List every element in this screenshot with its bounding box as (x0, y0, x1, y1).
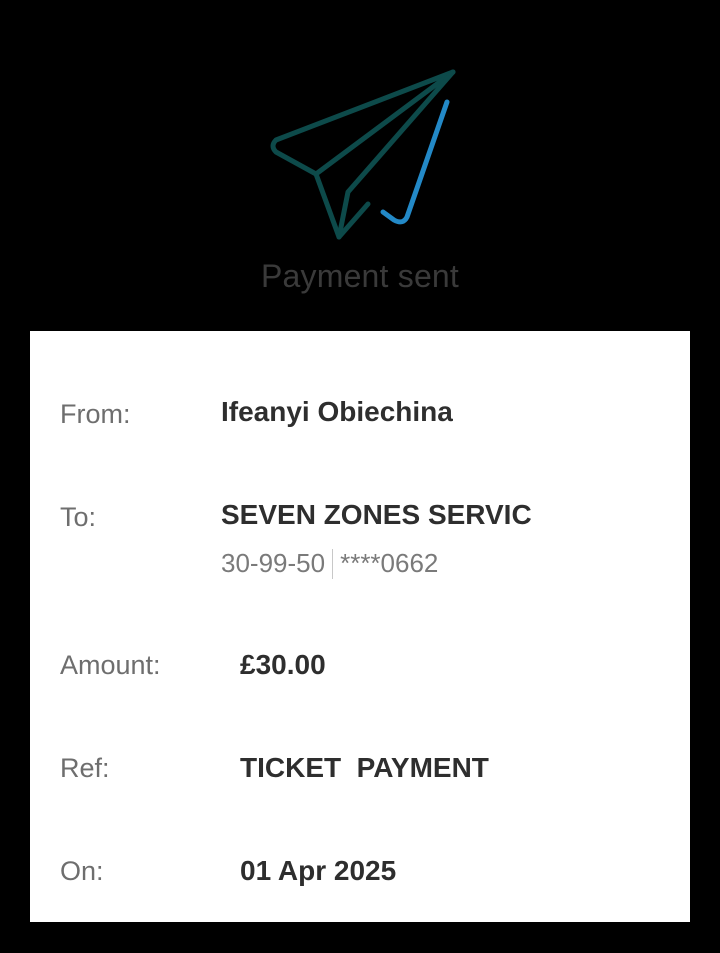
date-label: On: (60, 856, 104, 886)
from-label: From: (60, 399, 131, 429)
divider (332, 548, 334, 579)
paper-plane-icon (270, 69, 456, 240)
to-label: To: (60, 502, 97, 532)
confirmation-header: Payment sent (0, 0, 720, 330)
from-value: Ifeanyi Obiechina (221, 396, 453, 427)
payment-details-card: From: Ifeanyi Obiechina To: SEVEN ZONES … (30, 331, 690, 922)
amount-label: Amount: (60, 650, 161, 680)
account-number: ****0662 (340, 548, 439, 578)
ref-value: TICKET PAYMENT (240, 752, 489, 783)
ref-label: Ref: (60, 753, 110, 783)
amount-value: £30.00 (240, 649, 326, 680)
date-value: 01 Apr 2025 (240, 855, 397, 886)
sort-code: 30-99-50 (221, 548, 326, 578)
recipient-account-info: 30-99-50 ****0662 (221, 548, 438, 579)
to-value: SEVEN ZONES SERVIC (221, 499, 532, 530)
page-title: Payment sent (260, 258, 460, 294)
